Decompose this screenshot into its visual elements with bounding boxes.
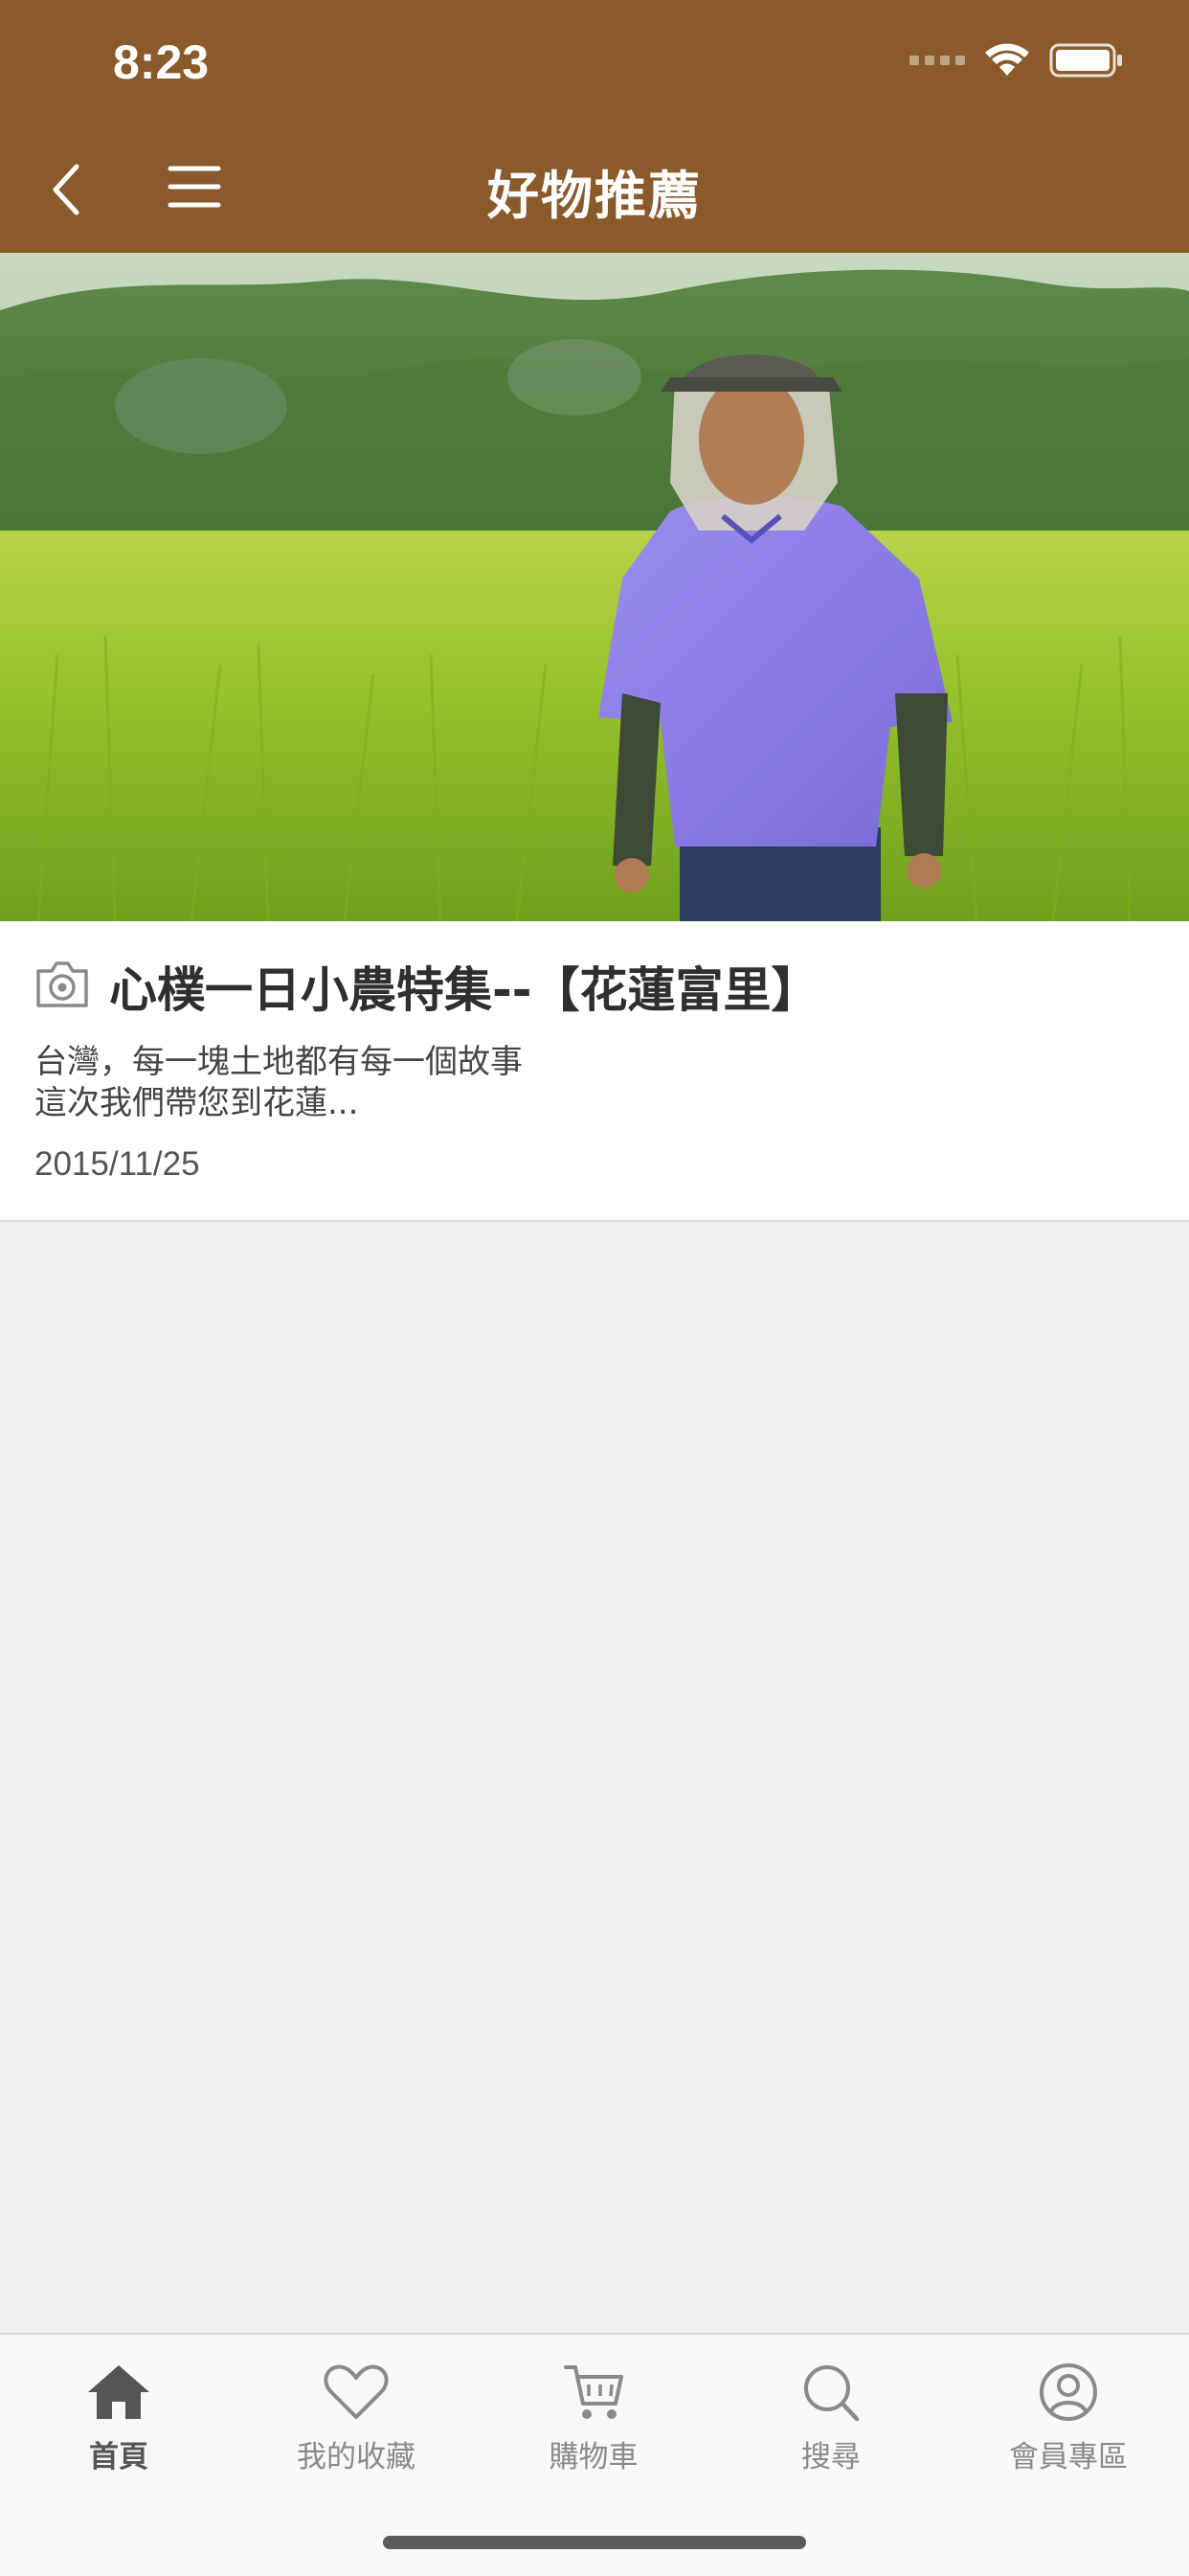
tab-label: 首頁	[89, 2440, 148, 2474]
battery-icon	[1049, 43, 1122, 78]
status-time: 8:23	[113, 35, 210, 89]
status-icons	[909, 42, 1124, 79]
article-card[interactable]: 心樸一日小農特集--【花蓮富里】 台灣，每一塊土地都有每一個故事 這次我們帶您到…	[0, 921, 1189, 1222]
article-hero-image[interactable]	[0, 253, 1189, 921]
search-icon	[804, 2365, 860, 2422]
page-title: 好物推薦	[487, 166, 702, 226]
article-description-line: 這次我們帶您到花蓮...	[34, 1084, 359, 1122]
article-date: 2015/11/25	[34, 1145, 200, 1183]
tab-label: 會員專區	[1009, 2440, 1128, 2474]
tab-home[interactable]: 首頁	[0, 2361, 237, 2505]
tab-label: 購物車	[549, 2440, 639, 2474]
article-description-line: 台灣，每一塊土地都有每一個故事	[34, 1043, 523, 1081]
tab-favorites[interactable]: 我的收藏	[237, 2361, 475, 2505]
header: 8:23 好物推薦	[0, 0, 1189, 253]
article-title: 心樸一日小農特集--【花蓮富里】	[109, 962, 819, 1018]
user-icon	[1040, 2363, 1097, 2421]
rice-field-farmer-image	[0, 253, 1189, 921]
article-description: 台灣，每一塊土地都有每一個故事 這次我們帶您到花蓮...	[34, 1042, 523, 1124]
camera-icon	[36, 961, 88, 1007]
tab-member[interactable]: 會員專區	[950, 2361, 1187, 2505]
cart-icon	[564, 2365, 623, 2419]
home-icon	[88, 2365, 149, 2419]
tab-search[interactable]: 搜尋	[712, 2361, 950, 2505]
tab-cart[interactable]: 購物車	[475, 2361, 712, 2505]
wifi-icon	[985, 43, 1029, 76]
tab-label: 搜尋	[801, 2440, 861, 2474]
home-indicator[interactable]	[383, 2536, 806, 2549]
heart-icon	[324, 2364, 389, 2419]
tab-label: 我的收藏	[297, 2440, 415, 2474]
cellular-signal-icon	[909, 56, 965, 65]
